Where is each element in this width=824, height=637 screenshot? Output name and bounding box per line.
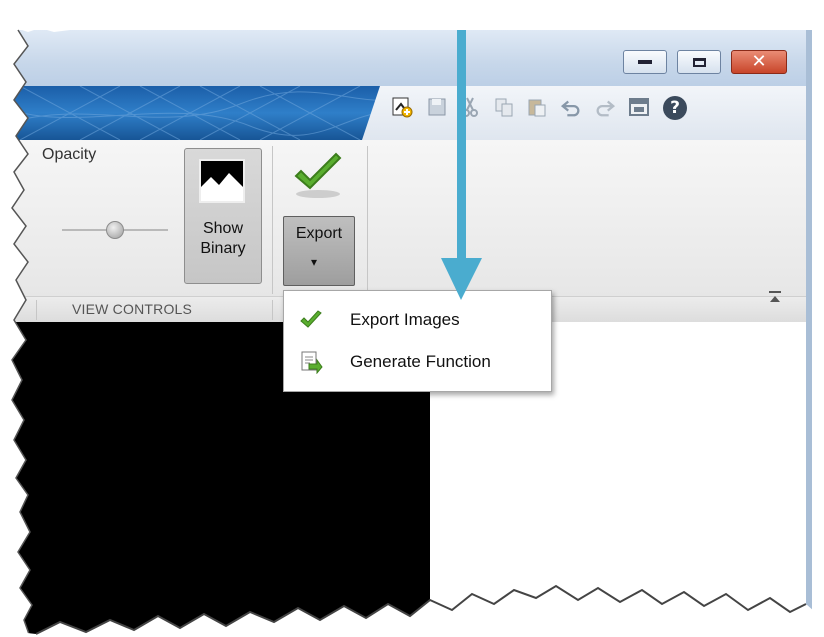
screenshot-stage: ✕ ? Opacity Show Binary Export ▾ VIEW CO…: [0, 0, 824, 637]
torn-edge-overlay: [0, 0, 824, 637]
